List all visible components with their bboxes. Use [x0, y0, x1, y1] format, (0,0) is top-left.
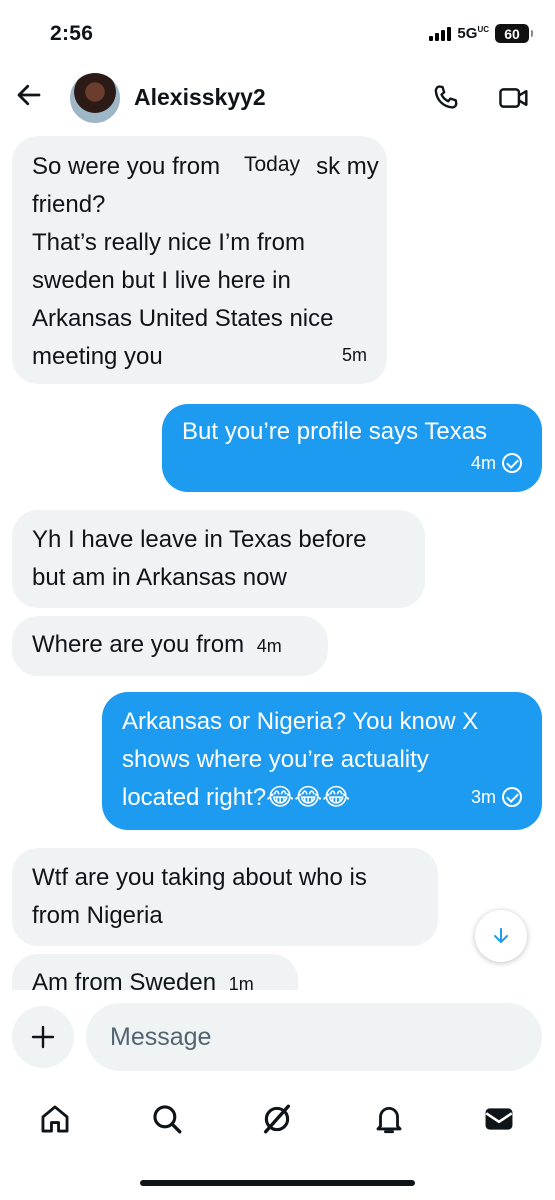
message-time: 5m	[341, 345, 367, 365]
network-type: 5GUC	[457, 25, 489, 42]
add-attachment-button[interactable]	[12, 1006, 74, 1068]
message-bubble-incoming[interactable]: Wtf are you taking about who is from Nig…	[12, 848, 438, 946]
plus-icon	[31, 1025, 55, 1049]
message-text-line: friend?	[32, 191, 106, 218]
message-text-line: sweden but I live here in	[32, 267, 291, 294]
back-arrow-icon[interactable]	[14, 80, 44, 110]
battery-level: 60	[504, 25, 520, 42]
notifications-bell-icon[interactable]	[372, 1102, 406, 1136]
message-bubble-outgoing[interactable]: But you’re profile says Texas 4m	[162, 404, 542, 492]
message-time: 4m	[470, 453, 496, 473]
message-bubble-incoming[interactable]: Yh I have leave in Texas before but am i…	[12, 510, 425, 608]
message-bubble-incoming[interactable]: Where are you from 4m	[12, 616, 328, 676]
avatar[interactable]	[70, 73, 120, 123]
message-text-line: That’s really nice I’m from	[32, 229, 305, 256]
date-separator: Today	[228, 146, 317, 184]
message-bubble-outgoing[interactable]: Arkansas or Nigeria? You know X shows wh…	[102, 692, 542, 830]
bottom-nav	[0, 1088, 555, 1148]
sent-check-icon	[502, 787, 522, 807]
messages-envelope-icon[interactable]	[482, 1102, 516, 1136]
phone-icon[interactable]	[431, 83, 461, 113]
message-text-line: Wtf are you taking about who is	[32, 864, 367, 891]
message-time: 4m	[256, 636, 282, 656]
message-text-line: Arkansas United States nice	[32, 305, 334, 332]
cellular-signal-icon	[429, 26, 452, 41]
video-camera-icon[interactable]	[498, 84, 530, 112]
message-text-line: meeting you	[32, 343, 163, 370]
contact-name[interactable]: Alexisskyy2	[134, 84, 266, 111]
sent-check-icon	[502, 453, 522, 473]
arrow-down-icon	[494, 928, 508, 943]
message-text-line: from Nigeria	[32, 902, 163, 929]
message-text-line: Yh I have leave in Texas before	[32, 526, 367, 553]
message-list[interactable]: So were you from sk my friend? That’s rea…	[0, 134, 555, 990]
message-text-line: Where are you from 4m	[32, 631, 282, 658]
status-time: 2:56	[50, 22, 94, 45]
message-time: 3m	[470, 787, 496, 807]
message-time: 1m	[228, 974, 254, 990]
scroll-to-bottom-button[interactable]	[475, 910, 527, 962]
status-bar: 2:56 5GUC 60	[0, 0, 555, 64]
message-text-line: located right?😂😂😂	[122, 784, 351, 811]
message-bubble-incoming[interactable]: So were you from sk my friend? That’s rea…	[12, 136, 387, 384]
message-bubble-incoming[interactable]: Am from Sweden 1m	[12, 954, 298, 990]
conversation-header: Alexisskyy2	[0, 64, 555, 134]
battery-icon: 60	[495, 24, 533, 43]
home-indicator	[140, 1180, 415, 1186]
message-input[interactable]	[86, 1003, 542, 1071]
message-text-line: So were you from sk my	[32, 153, 379, 180]
message-meta: 4m	[471, 444, 522, 482]
search-icon[interactable]	[150, 1102, 184, 1136]
message-text-line: Arkansas or Nigeria? You know X	[122, 708, 479, 735]
message-text-line: but am in Arkansas now	[32, 564, 287, 591]
grok-icon[interactable]	[260, 1102, 294, 1136]
message-meta: 3m	[471, 778, 522, 816]
status-indicators: 5GUC 60	[429, 24, 533, 43]
message-text-line: shows where you’re actuality	[122, 746, 429, 773]
message-text-line: Am from Sweden 1m	[32, 964, 278, 990]
home-icon[interactable]	[38, 1102, 72, 1136]
